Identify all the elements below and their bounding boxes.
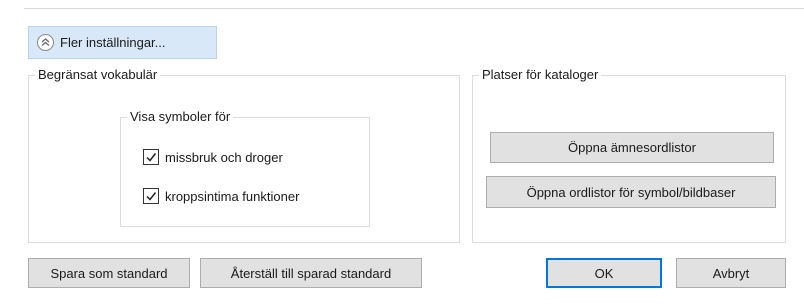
- cancel-button[interactable]: Avbryt: [676, 258, 786, 288]
- restricted-vocabulary-legend: Begränsat vokabulär: [35, 67, 161, 82]
- open-subject-lists-button[interactable]: Öppna ämnesordlistor: [490, 132, 774, 163]
- substance-abuse-label: missbruk och droger: [165, 149, 283, 165]
- more-settings-label: Fler inställningar...: [60, 35, 166, 50]
- save-as-default-button[interactable]: Spara som standard: [28, 258, 190, 288]
- double-chevron-up-icon: [37, 34, 54, 51]
- open-symbol-lists-button[interactable]: Öppna ordlistor för symbol/bildbaser: [486, 176, 776, 208]
- top-divider: [24, 8, 804, 9]
- catalog-locations-legend: Platser för kataloger: [479, 67, 602, 82]
- substance-abuse-checkbox[interactable]: [143, 149, 159, 165]
- options-dialog: Fler inställningar... Begränsat vokabulä…: [0, 0, 804, 308]
- restore-default-button[interactable]: Återställ till sparad standard: [200, 258, 422, 288]
- more-settings-button[interactable]: Fler inställningar...: [28, 26, 217, 59]
- show-symbols-legend: Visa symboler för: [127, 109, 234, 124]
- intimate-functions-checkbox[interactable]: [143, 188, 159, 204]
- checkmark-icon: [146, 153, 157, 162]
- checkbox-row-intimate-functions[interactable]: kroppsintima funktioner: [143, 188, 299, 204]
- intimate-functions-label: kroppsintima funktioner: [165, 188, 300, 204]
- checkmark-icon: [146, 192, 157, 201]
- checkbox-row-substance-abuse[interactable]: missbruk och droger: [143, 149, 283, 165]
- show-symbols-group: Visa symboler för missbruk och droger kr…: [120, 109, 370, 227]
- ok-button[interactable]: OK: [546, 258, 662, 288]
